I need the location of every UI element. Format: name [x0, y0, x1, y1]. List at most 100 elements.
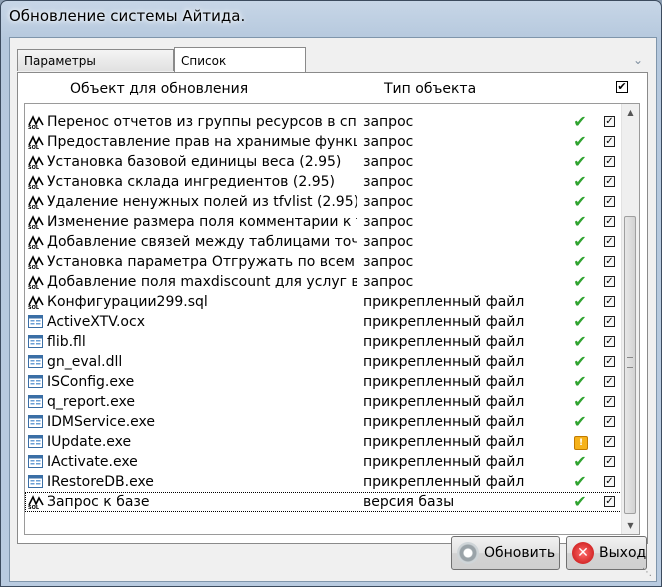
checkmark-icon: ✔: [573, 352, 587, 371]
row-checkbox[interactable]: ✓: [604, 436, 615, 447]
row-checkbox[interactable]: ✓: [604, 456, 615, 467]
exit-button[interactable]: ✕ Выход: [566, 536, 647, 570]
table-row[interactable]: flib.fll прикрепленный файл ✔ ✓: [25, 332, 622, 352]
vertical-scrollbar[interactable]: ▲ ▼: [621, 104, 639, 534]
row-object-type: версия базы: [363, 494, 455, 510]
chevron-down-icon[interactable]: ⌄: [631, 53, 645, 67]
table-row[interactable]: SQL Добавление связей между таблицами точ…: [25, 232, 622, 252]
row-checkbox[interactable]: ✓: [604, 316, 615, 327]
row-object-name: Установка склада ингредиентов (2.95): [47, 174, 335, 190]
row-checkbox[interactable]: ✓: [604, 376, 615, 387]
row-checkbox[interactable]: ✓: [604, 276, 615, 287]
checkmark-icon: ✔: [573, 252, 587, 271]
row-object-name: IActivate.exe: [47, 454, 138, 470]
row-object-type: запрос: [363, 214, 414, 230]
update-list-panel: Объект для обновления Тип объекта ✔ SQL П…: [17, 72, 648, 544]
table-row[interactable]: SQL Перенос отчетов из группы ресурсов в …: [25, 112, 622, 132]
table-row[interactable]: SQL Добавление поля maxdiscount для услуг…: [25, 272, 622, 292]
file-icon: [28, 435, 44, 449]
file-icon: [28, 395, 44, 409]
tab-strip: Параметры обновления Список обновления ⌄: [17, 47, 649, 94]
row-object-name: Изменение размера поля комментарии к то: [47, 214, 357, 230]
svg-text:SQL: SQL: [28, 265, 40, 269]
scroll-up-icon[interactable]: ▲: [622, 104, 639, 121]
row-object-name: Запрос к базе: [47, 494, 150, 510]
gear-icon: [457, 542, 479, 564]
table-row[interactable]: ISConfig.exe прикрепленный файл ✔ ✓: [25, 372, 622, 392]
table-row[interactable]: SQL Предоставление прав на хранимые функц…: [25, 132, 622, 152]
table-row[interactable]: IRestoreDB.exe прикрепленный файл ✔ ✓: [25, 472, 622, 492]
row-object-name: Конфигурации299.sql: [47, 294, 208, 310]
row-checkbox[interactable]: ✓: [604, 476, 615, 487]
checkmark-icon: ✔: [573, 372, 587, 391]
row-object-type: прикрепленный файл: [363, 314, 525, 330]
row-object-name: ActiveXTV.ocx: [47, 314, 145, 330]
window-title: Обновление системы Айтида.: [9, 7, 246, 25]
table-row[interactable]: SQL Запрос к базе версия базы ✔ ✓: [25, 492, 622, 512]
resize-grip-icon[interactable]: ⋱: [642, 567, 654, 579]
svg-text:SQL: SQL: [28, 245, 40, 249]
checkmark-icon: ✔: [573, 192, 587, 211]
table-row[interactable]: SQL Установка склада ингредиентов (2.95) з…: [25, 172, 622, 192]
row-checkbox[interactable]: ✓: [604, 256, 615, 267]
svg-text:SQL: SQL: [28, 145, 40, 149]
row-object-type: запрос: [363, 274, 414, 290]
warning-icon: !: [574, 436, 588, 450]
table-row[interactable]: ActiveXTV.ocx прикрепленный файл ✔ ✓: [25, 312, 622, 332]
table-row[interactable]: IActivate.exe прикрепленный файл ✔ ✓: [25, 452, 622, 472]
row-checkbox[interactable]: ✓: [604, 356, 615, 367]
row-object-name: Добавление поля maxdiscount для услуг в …: [47, 274, 357, 290]
table-row[interactable]: SQL Изменение размера поля комментарии к …: [25, 212, 622, 232]
column-header-object: Объект для обновления: [70, 81, 249, 97]
window-client: Параметры обновления Список обновления ⌄…: [9, 37, 657, 582]
row-object-name: Предоставление прав на хранимые функци: [47, 134, 357, 150]
row-checkbox[interactable]: ✓: [604, 396, 615, 407]
table-row[interactable]: SQL Удаление ненужных полей из tfvlist (2…: [25, 192, 622, 212]
row-checkbox[interactable]: ✓: [604, 236, 615, 247]
row-checkbox[interactable]: ✓: [604, 416, 615, 427]
table-row[interactable]: IDMService.exe прикрепленный файл ✔ ✓: [25, 412, 622, 432]
scrollbar-thumb[interactable]: [624, 216, 636, 514]
row-checkbox[interactable]: ✓: [604, 196, 615, 207]
sql-icon: SQL: [28, 495, 44, 511]
tab-update-list[interactable]: Список обновления: [174, 47, 306, 94]
row-object-name: flib.fll: [47, 334, 86, 350]
row-checkbox[interactable]: ✓: [604, 336, 615, 347]
select-all-checkbox[interactable]: ✔: [616, 81, 628, 93]
table-row[interactable]: SQL Установка параметра Отгружать по всем…: [25, 252, 622, 272]
row-checkbox[interactable]: ✓: [604, 116, 615, 127]
file-icon: [28, 475, 44, 489]
row-object-type: прикрепленный файл: [363, 374, 525, 390]
svg-text:SQL: SQL: [28, 225, 40, 229]
svg-text:SQL: SQL: [28, 165, 40, 169]
row-object-name: IUpdate.exe: [47, 434, 132, 450]
table-row[interactable]: IUpdate.exe прикрепленный файл! ✓: [25, 432, 622, 452]
checkmark-icon: ✔: [573, 112, 587, 131]
sql-icon: SQL: [28, 175, 44, 191]
update-button[interactable]: Обновить: [451, 536, 560, 570]
row-checkbox[interactable]: ✓: [604, 496, 615, 507]
row-object-type: запрос: [363, 154, 414, 170]
row-object-name: IRestoreDB.exe: [47, 474, 154, 490]
tab-update-parameters[interactable]: Параметры обновления: [17, 49, 174, 90]
row-object-name: gn_eval.dll: [47, 354, 123, 370]
checkmark-icon: ✔: [573, 492, 587, 511]
table-row[interactable]: q_report.exe прикрепленный файл ✔ ✓: [25, 392, 622, 412]
table-row[interactable]: SQL Установка базовой единицы веса (2.95)…: [25, 152, 622, 172]
row-object-name: q_report.exe: [47, 394, 135, 410]
row-object-name: Удаление ненужных полей из tfvlist (2.95…: [47, 194, 357, 210]
checkmark-icon: ✔: [573, 312, 587, 331]
grip-icon: [627, 357, 633, 368]
title-bar[interactable]: Обновление системы Айтида.: [9, 7, 653, 33]
checkmark-icon: ✔: [573, 272, 587, 291]
checkmark-icon: ✔: [573, 472, 587, 491]
table-row[interactable]: SQL Конфигурации299.sql прикрепленный файл…: [25, 292, 622, 312]
file-icon: [28, 315, 44, 329]
table-row[interactable]: gn_eval.dll прикрепленный файл ✔ ✓: [25, 352, 622, 372]
scroll-down-icon[interactable]: ▼: [622, 517, 639, 534]
row-checkbox[interactable]: ✓: [604, 216, 615, 227]
row-checkbox[interactable]: ✓: [604, 176, 615, 187]
row-checkbox[interactable]: ✓: [604, 296, 615, 307]
row-checkbox[interactable]: ✓: [604, 136, 615, 147]
row-checkbox[interactable]: ✓: [604, 156, 615, 167]
